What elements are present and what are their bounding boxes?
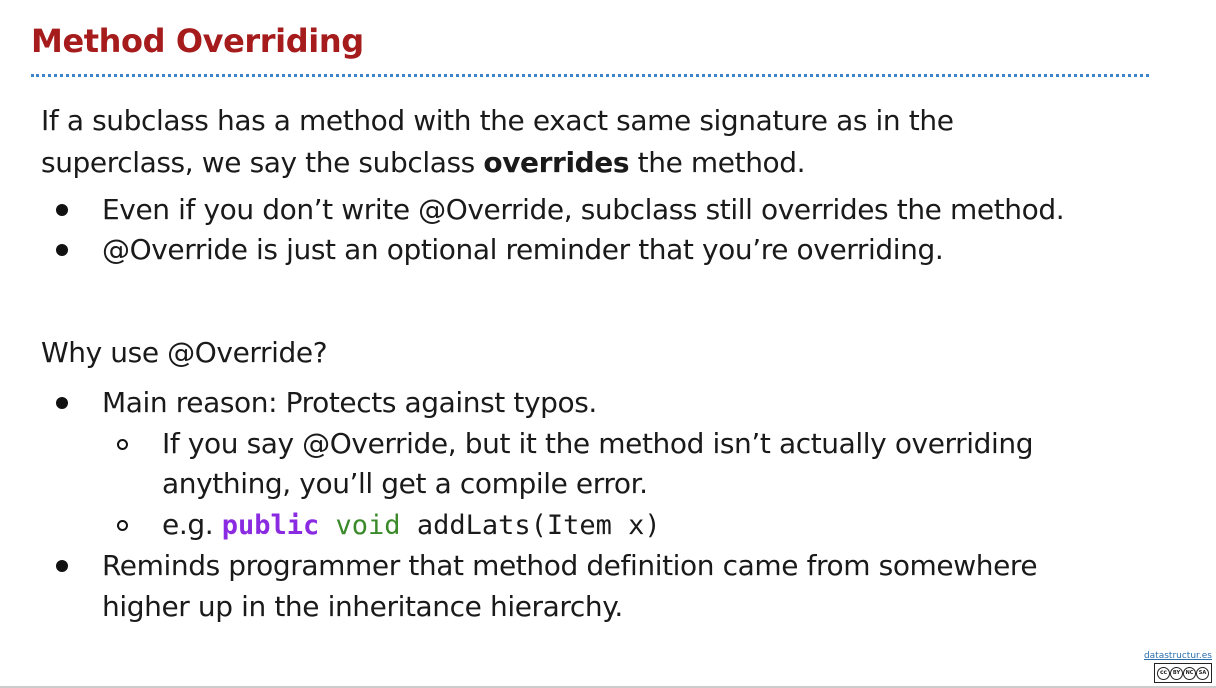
bullet-continuation: higher up in the inheritance hierarchy. <box>0 587 1216 627</box>
bullet-text: @Override is just an optional reminder t… <box>102 233 944 266</box>
intro-paragraph: If a subclass has a method with the exac… <box>41 100 1041 184</box>
bullet-text-main-reason: Main reason: Protects against typos. <box>102 386 597 419</box>
sub-bullet-item: e.g. public void addLats(Item x) <box>0 505 1216 545</box>
sub-bullet-text: If you say @Override, but it the method … <box>162 427 1034 460</box>
bullet-dot-icon <box>56 204 68 216</box>
intro-line-2-post: the method. <box>629 146 806 179</box>
bullet-text: Even if you don’t write @Override, subcl… <box>102 193 1065 226</box>
bullet-item: Even if you don’t write @Override, subcl… <box>0 190 1216 230</box>
sa-mark-icon: SA <box>1196 666 1209 680</box>
sub-bullet-circle-icon <box>117 439 128 450</box>
sub-bullet-item: If you say @Override, but it the method … <box>0 424 1216 464</box>
bullet-item: Main reason: Protects against typos. <box>0 383 1216 423</box>
creative-commons-by-nc-sa-icon: cc BY NC SA <box>1154 663 1212 683</box>
keyword-public: public <box>221 510 320 541</box>
by-mark-icon: BY <box>1170 666 1183 680</box>
intro-line-1: If a subclass has a method with the exac… <box>41 104 954 137</box>
bullet-text-reminds-continued: higher up in the inheritance hierarchy. <box>102 590 623 623</box>
method-signature: addLats(Item x) <box>416 510 661 541</box>
example-prefix: e.g. <box>162 508 222 541</box>
bullet-item: @Override is just an optional reminder t… <box>0 230 1216 270</box>
bullet-item: Reminds programmer that method definitio… <box>0 546 1216 586</box>
sub-bullet-continuation: anything, you’ll get a compile error. <box>0 464 1216 504</box>
intro-line-2-pre: superclass, we say the subclass <box>41 146 484 179</box>
bullet-dot-icon <box>56 397 68 409</box>
keyword-void: void <box>335 510 401 541</box>
sub-bullet-code-example: e.g. public void addLats(Item x) <box>162 505 661 546</box>
slide: Method Overriding If a subclass has a me… <box>0 0 1216 688</box>
section-heading-why: Why use @Override? <box>41 336 328 369</box>
overrides-term: overrides <box>483 146 630 179</box>
slide-title: Method Overriding <box>31 22 364 60</box>
bullet-text-reminds: Reminds programmer that method definitio… <box>102 549 1038 582</box>
title-divider <box>31 74 1149 77</box>
cc-mark-icon: cc <box>1157 666 1170 680</box>
sub-bullet-text-continued: anything, you’ll get a compile error. <box>162 467 648 500</box>
sub-bullet-circle-icon <box>117 520 128 531</box>
intro-line-2: superclass, we say the subclass override… <box>41 142 1041 184</box>
bullet-dot-icon <box>56 244 68 256</box>
nc-mark-icon: NC <box>1183 666 1196 680</box>
bullet-dot-icon <box>56 560 68 572</box>
datastructures-link[interactable]: datastructur.es <box>1144 651 1212 661</box>
